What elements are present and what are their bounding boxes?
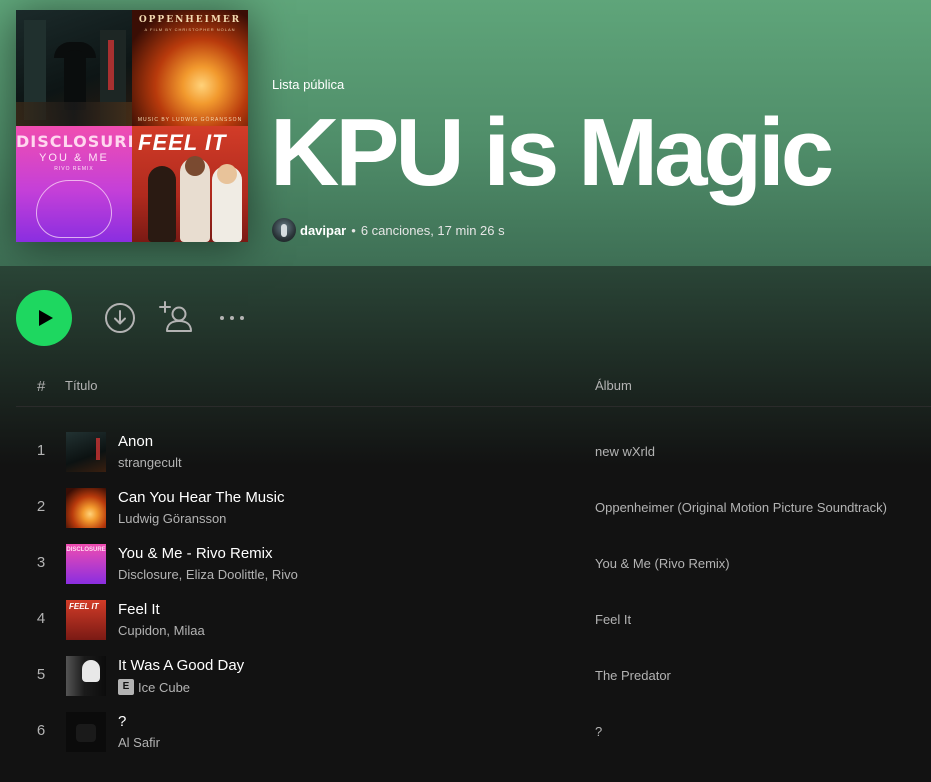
track-album[interactable]: You & Me (Rivo Remix) (595, 556, 730, 571)
track-album[interactable]: new wXrld (595, 444, 655, 459)
track-artist-link[interactable]: Ludwig Göransson (118, 511, 226, 526)
cover-tile-anon (16, 10, 132, 126)
track-title[interactable]: It Was A Good Day (118, 657, 244, 674)
cover-opp-sub: A FILM BY CHRISTOPHER NOLAN (144, 27, 236, 32)
track-title[interactable]: ? (118, 713, 126, 730)
cover-opp-credit: MUSIC BY LUDWIG GÖRANSSON (137, 117, 243, 123)
track-row[interactable]: 3 You & Me - Rivo Remix Disclosure, Eliz… (16, 536, 931, 592)
more-horizontal-icon (220, 316, 244, 320)
track-row[interactable]: 1 Anon strangecult new wXrld (16, 424, 931, 480)
playlist-cover-mosaic: OPPENHEIMER A FILM BY CHRISTOPHER NOLAN … (16, 10, 248, 242)
track-artist-link[interactable]: Ice Cube (138, 680, 190, 695)
track-title[interactable]: You & Me - Rivo Remix (118, 545, 273, 562)
cover-disc-sub: YOU & ME (39, 152, 109, 164)
track-artist: Ludwig Göransson (118, 511, 226, 526)
download-circle-icon (105, 303, 135, 333)
track-album[interactable]: The Predator (595, 668, 671, 683)
playlist-type-label: Lista pública (272, 77, 345, 92)
track-row[interactable]: 6 ? Al Safir ? (16, 704, 931, 760)
playlist-meta: davipar • 6 canciones, 17 min 26 s (272, 218, 505, 242)
track-album[interactable]: ? (595, 724, 602, 739)
meta-separator: • (351, 222, 356, 238)
track-album[interactable]: Oppenheimer (Original Motion Picture Sou… (595, 500, 887, 515)
track-number: 5 (36, 666, 46, 683)
track-row[interactable]: 2 Can You Hear The Music Ludwig Göransso… (16, 480, 931, 536)
column-header-title[interactable]: Título (65, 378, 98, 400)
owner-avatar[interactable] (272, 218, 296, 242)
track-number: 6 (36, 722, 46, 739)
track-thumbnail (66, 488, 106, 528)
track-number: 2 (36, 498, 46, 515)
follow-button[interactable] (158, 300, 194, 334)
track-artist-link[interactable]: Al Safir (118, 735, 160, 750)
track-thumbnail (66, 600, 106, 640)
cover-tile-oppenheimer: OPPENHEIMER A FILM BY CHRISTOPHER NOLAN … (132, 10, 248, 126)
track-artist-link[interactable]: strangecult (118, 455, 182, 470)
track-title[interactable]: Anon (118, 433, 153, 450)
explicit-badge: E (118, 679, 134, 695)
cover-feel-title: FEEL IT (138, 130, 227, 155)
owner-link[interactable]: davipar (300, 223, 346, 238)
track-thumbnail (66, 656, 106, 696)
track-thumbnail (66, 544, 106, 584)
cover-tile-disclosure: DISCLOSURE YOU & ME RIVO REMIX (16, 126, 132, 242)
track-artist: Disclosure, Eliza Doolittle, Rivo (118, 567, 298, 582)
track-artist: E Ice Cube (118, 679, 190, 695)
cover-opp-title: OPPENHEIMER (138, 15, 242, 25)
playlist-title: KPU is Magic (270, 99, 834, 206)
cover-disc-title: DISCLOSURE (16, 132, 132, 151)
playlist-header: OPPENHEIMER A FILM BY CHRISTOPHER NOLAN … (0, 0, 931, 266)
track-title[interactable]: Can You Hear The Music (118, 489, 285, 506)
track-artist-link[interactable]: Cupidon, Milaa (118, 623, 205, 638)
playlist-stats: 6 canciones, 17 min 26 s (360, 222, 505, 238)
column-header-album[interactable]: Álbum (595, 378, 632, 400)
track-thumbnail (66, 712, 106, 752)
track-artist: Cupidon, Milaa (118, 623, 205, 638)
track-number: 1 (36, 442, 46, 459)
add-user-icon (159, 301, 192, 332)
more-options-button[interactable] (216, 306, 248, 330)
track-artist-link[interactable]: Disclosure, Eliza Doolittle, Rivo (118, 567, 298, 582)
track-artist: Al Safir (118, 735, 160, 750)
play-icon (39, 310, 53, 326)
track-number: 4 (36, 610, 46, 627)
cover-tile-feel-it: FEEL IT (132, 126, 248, 242)
track-row[interactable]: 4 Feel It Cupidon, Milaa Feel It (16, 592, 931, 648)
track-artist: strangecult (118, 455, 182, 470)
track-row[interactable]: 5 It Was A Good Day E Ice Cube The Preda… (16, 648, 931, 704)
download-button[interactable] (104, 302, 136, 334)
track-number: 3 (36, 554, 46, 571)
play-button[interactable] (16, 290, 72, 346)
track-title[interactable]: Feel It (118, 601, 160, 618)
column-header-number: # (37, 378, 46, 395)
track-album[interactable]: Feel It (595, 612, 631, 627)
header-divider (16, 406, 931, 407)
cover-disc-remix: RIVO REMIX (54, 166, 94, 172)
track-thumbnail (66, 432, 106, 472)
